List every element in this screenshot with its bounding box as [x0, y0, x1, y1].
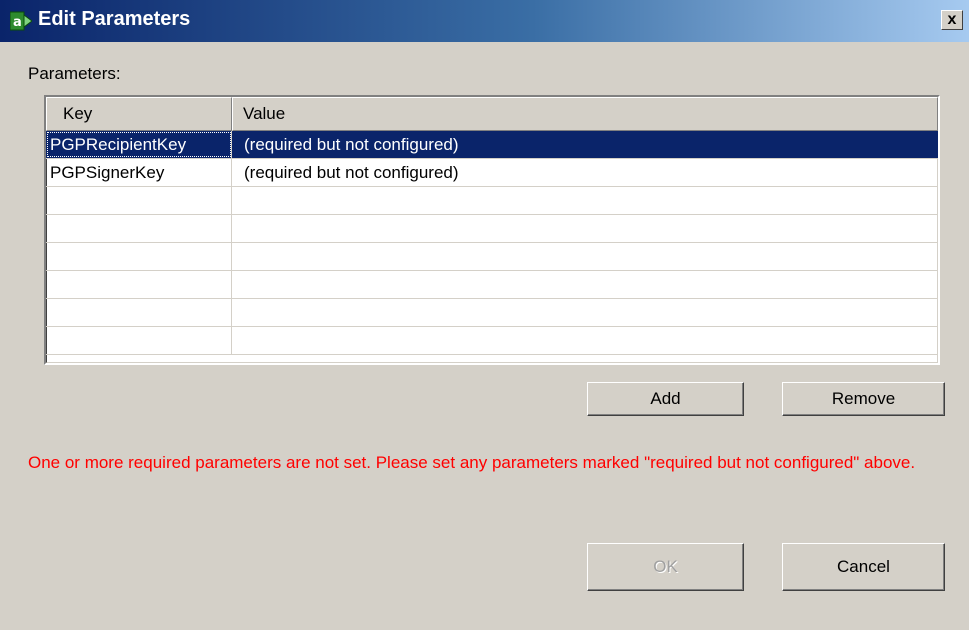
key-cell[interactable]	[46, 215, 232, 242]
value-cell[interactable]: (required but not configured)	[232, 159, 938, 186]
ok-button[interactable]: OK	[587, 543, 744, 591]
key-cell[interactable]: PGPRecipientKey	[46, 131, 232, 158]
remove-button[interactable]: Remove	[782, 382, 945, 416]
cancel-button[interactable]: Cancel	[782, 543, 945, 591]
warning-message: One or more required parameters are not …	[28, 453, 916, 472]
key-cell[interactable]	[46, 187, 232, 214]
value-cell[interactable]	[232, 215, 938, 242]
table-row[interactable]	[46, 271, 938, 299]
value-cell[interactable]: (required but not configured)	[232, 131, 938, 158]
column-header-key[interactable]: Key	[46, 97, 232, 131]
table-body: PGPRecipientKey (required but not config…	[46, 131, 938, 355]
table-row[interactable]	[46, 327, 938, 355]
key-cell[interactable]	[46, 243, 232, 270]
table-row[interactable]	[46, 243, 938, 271]
title-bar[interactable]: a Edit Parameters x	[0, 0, 969, 42]
value-cell[interactable]	[232, 299, 938, 326]
window-title: Edit Parameters	[38, 8, 191, 30]
key-cell[interactable]	[46, 327, 232, 354]
value-cell[interactable]	[232, 187, 938, 214]
add-button[interactable]: Add	[587, 382, 744, 416]
table-row[interactable]: PGPSignerKey (required but not configure…	[46, 159, 938, 187]
app-icon: a	[10, 11, 32, 31]
value-cell[interactable]	[232, 271, 938, 298]
table-row[interactable]	[46, 187, 938, 215]
parameters-label: Parameters:	[28, 64, 121, 83]
close-icon[interactable]: x	[941, 10, 963, 30]
parameters-table[interactable]: Key Value PGPRecipientKey (required but …	[44, 95, 940, 365]
key-cell[interactable]: PGPSignerKey	[46, 159, 232, 186]
key-cell[interactable]	[46, 271, 232, 298]
table-row[interactable]	[46, 299, 938, 327]
key-cell[interactable]	[46, 299, 232, 326]
value-cell[interactable]	[232, 243, 938, 270]
column-header-value[interactable]: Value	[232, 97, 938, 131]
edit-parameters-dialog: a Edit Parameters x Parameters: Key Valu…	[0, 0, 969, 630]
table-row[interactable]	[46, 215, 938, 243]
table-header: Key Value	[46, 97, 938, 131]
value-cell[interactable]	[232, 327, 938, 354]
table-row[interactable]: PGPRecipientKey (required but not config…	[46, 131, 938, 159]
svg-text:a: a	[13, 15, 22, 30]
